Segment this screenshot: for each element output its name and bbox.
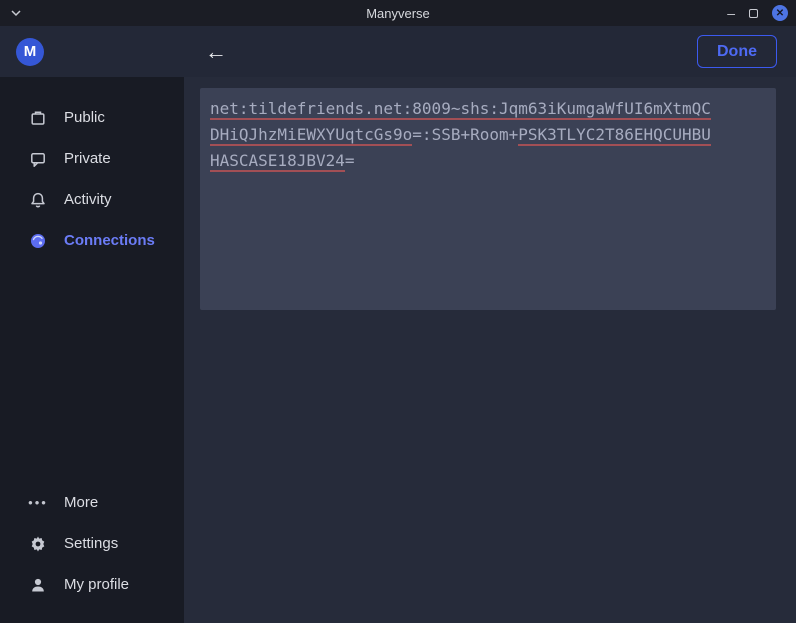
profile-person-icon xyxy=(28,575,48,595)
invite-text-line: HASCASE18JBV24= xyxy=(210,148,766,174)
invite-text-segment: =:SSB+Room+ xyxy=(412,125,518,144)
back-button[interactable]: ← xyxy=(200,36,232,68)
public-icon xyxy=(28,108,48,128)
maximize-button[interactable] xyxy=(749,9,758,18)
sidebar-item-label: Private xyxy=(64,150,111,167)
window-controls: – ✕ xyxy=(727,0,788,26)
invite-text-segment: = xyxy=(345,151,355,170)
sidebar-item-more[interactable]: ••• More xyxy=(0,482,184,523)
done-button[interactable]: Done xyxy=(697,35,777,68)
sidebar-item-public[interactable]: Public xyxy=(0,97,184,138)
titlebar: Manyverse – ✕ xyxy=(0,0,796,26)
invite-text-segment-underlined: net:tildefriends.net:8009~shs:Jqm63iKumg… xyxy=(210,99,711,120)
sidebar-item-label: My profile xyxy=(64,576,129,593)
main-content: net:tildefriends.net:8009~shs:Jqm63iKumg… xyxy=(184,77,796,623)
sidebar-item-activity[interactable]: Activity xyxy=(0,179,184,220)
more-dots-icon: ••• xyxy=(28,493,48,513)
connections-icon xyxy=(28,231,48,251)
sidebar-item-settings[interactable]: Settings xyxy=(0,523,184,564)
sidebar-item-label: Public xyxy=(64,109,105,126)
sidebar-item-connections[interactable]: Connections xyxy=(0,220,184,261)
logo-letter: M xyxy=(24,43,37,60)
invite-text-segment-underlined: DHiQJhzMiEWXYUqtcGs9o xyxy=(210,125,412,146)
app-window: Manyverse – ✕ M ← Done Pub xyxy=(0,0,796,623)
sidebar-item-label: Settings xyxy=(64,535,118,552)
private-icon xyxy=(28,149,48,169)
minimize-button[interactable]: – xyxy=(727,6,735,20)
sidebar: Public Private Activit xyxy=(0,77,184,623)
close-button[interactable]: ✕ xyxy=(772,5,788,21)
invite-text-line: DHiQJhzMiEWXYUqtcGs9o=:SSB+Room+PSK3TLYC… xyxy=(210,122,766,148)
manyverse-logo: M xyxy=(16,38,44,66)
sidebar-item-private[interactable]: Private xyxy=(0,138,184,179)
window-title: Manyverse xyxy=(0,6,796,21)
app-header: M ← Done xyxy=(0,26,796,77)
sidebar-item-label: Activity xyxy=(64,191,112,208)
sidebar-item-my-profile[interactable]: My profile xyxy=(0,564,184,605)
settings-gear-icon xyxy=(28,534,48,554)
back-arrow-icon: ← xyxy=(205,39,227,65)
sidebar-item-label: Connections xyxy=(64,232,155,249)
sidebar-item-label: More xyxy=(64,494,98,511)
invite-text-segment-underlined: HASCASE18JBV24 xyxy=(210,151,345,172)
sidebar-spacer xyxy=(0,261,184,482)
invite-text-segment-underlined: PSK3TLYC2T86EHQCUHBU xyxy=(518,125,711,146)
activity-bell-icon xyxy=(28,190,48,210)
invite-code-input[interactable]: net:tildefriends.net:8009~shs:Jqm63iKumg… xyxy=(200,88,776,310)
invite-text-line: net:tildefriends.net:8009~shs:Jqm63iKumg… xyxy=(210,96,766,122)
